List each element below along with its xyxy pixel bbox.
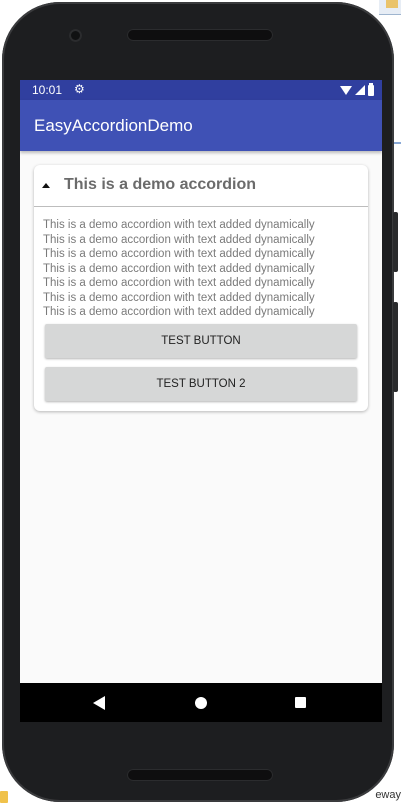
signal-icon bbox=[355, 85, 365, 95]
accordion-text-line: This is a demo accordion with text added… bbox=[43, 277, 315, 289]
desktop-folder-tab bbox=[386, 0, 398, 8]
status-time: 10:01 bbox=[32, 83, 63, 97]
accordion-title: This is a demo accordion bbox=[64, 176, 257, 193]
power-button[interactable] bbox=[393, 212, 398, 272]
accordion-divider bbox=[34, 206, 368, 207]
accordion-header[interactable]: This is a demo accordion bbox=[34, 165, 368, 206]
app-bar: EasyAccordionDemo bbox=[20, 100, 382, 151]
volume-button[interactable] bbox=[393, 302, 398, 392]
bottom-speaker bbox=[127, 769, 273, 781]
status-icons bbox=[340, 82, 374, 97]
front-camera bbox=[69, 29, 82, 42]
accordion-text-line: This is a demo accordion with text added… bbox=[43, 219, 315, 231]
gear-icon: ⚙ bbox=[74, 82, 85, 96]
recents-icon[interactable] bbox=[295, 697, 306, 708]
status-bar: 10:01 ⚙ bbox=[20, 80, 382, 100]
folder-icon bbox=[0, 791, 8, 803]
navigation-bar bbox=[20, 683, 382, 722]
desktop-label: eway bbox=[375, 789, 401, 801]
phone-frame: 10:01 ⚙ EasyAccordionDemo This is a demo… bbox=[2, 2, 398, 802]
top-speaker bbox=[127, 29, 273, 41]
home-icon[interactable] bbox=[195, 697, 207, 709]
test-button-2[interactable]: TEST BUTTON 2 bbox=[45, 367, 357, 401]
test-button[interactable]: TEST BUTTON bbox=[45, 324, 357, 358]
accordion-text-line: This is a demo accordion with text added… bbox=[43, 248, 315, 260]
caret-up-icon[interactable] bbox=[42, 183, 50, 188]
accordion-content: This is a demo accordion with text added… bbox=[43, 218, 363, 320]
app-title: EasyAccordionDemo bbox=[34, 116, 193, 135]
back-icon[interactable] bbox=[93, 696, 105, 710]
wifi-icon bbox=[340, 85, 352, 95]
accordion-text-line: This is a demo accordion with text added… bbox=[43, 291, 315, 304]
accordion-text-line: This is a demo accordion with text added… bbox=[43, 233, 315, 246]
device-screen: 10:01 ⚙ EasyAccordionDemo This is a demo… bbox=[20, 80, 382, 722]
accordion-text-line: This is a demo accordion with text added… bbox=[43, 306, 315, 318]
accordion-card: This is a demo accordion This is a demo … bbox=[34, 165, 368, 411]
battery-icon bbox=[368, 82, 374, 96]
accordion-text-line: This is a demo accordion with text added… bbox=[43, 262, 315, 275]
